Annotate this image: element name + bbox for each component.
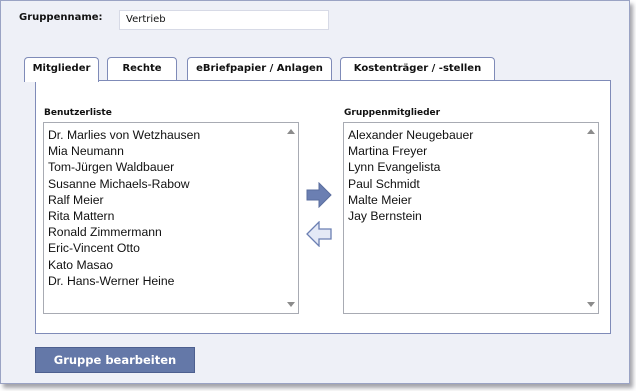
- list-item[interactable]: Paul Schmidt: [348, 176, 582, 192]
- user-listbox[interactable]: Dr. Marlies von Wetzhausen Mia Neumann T…: [43, 122, 299, 314]
- list-item[interactable]: Lynn Evangelista: [348, 159, 582, 175]
- list-item[interactable]: Eric-Vincent Otto: [48, 240, 282, 256]
- edit-group-button[interactable]: Gruppe bearbeiten: [35, 347, 195, 373]
- user-list-items: Dr. Marlies von Wetzhausen Mia Neumann T…: [48, 127, 282, 289]
- list-item[interactable]: Ronald Zimmermann: [48, 224, 282, 240]
- tab-mitglieder[interactable]: Mitglieder: [24, 57, 99, 82]
- scroll-down-icon[interactable]: [287, 302, 295, 307]
- list-item[interactable]: Susanne Michaels-Rabow: [48, 176, 282, 192]
- group-name-input[interactable]: Vertrieb: [119, 10, 329, 30]
- group-editor-window: Gruppenname: Vertrieb Mitglieder Rechte …: [0, 0, 630, 384]
- arrow-right-icon[interactable]: [306, 182, 332, 208]
- member-list-label: Gruppenmitglieder: [344, 108, 441, 118]
- list-item[interactable]: Tom-Jürgen Waldbauer: [48, 159, 282, 175]
- group-name-label: Gruppenname:: [19, 12, 103, 23]
- list-item[interactable]: Malte Meier: [348, 192, 582, 208]
- user-list-label: Benutzerliste: [44, 108, 112, 118]
- list-item[interactable]: Rita Mattern: [48, 208, 282, 224]
- user-list-scrollbar[interactable]: [283, 123, 298, 313]
- list-item[interactable]: Dr. Marlies von Wetzhausen: [48, 127, 282, 143]
- tab-kostentraeger-stellen[interactable]: Kostenträger / -stellen: [340, 57, 495, 80]
- list-item[interactable]: Jay Bernstein: [348, 208, 582, 224]
- arrow-left-icon[interactable]: [306, 221, 332, 247]
- list-item[interactable]: Martina Freyer: [348, 143, 582, 159]
- list-item[interactable]: Ralf Meier: [48, 192, 282, 208]
- scroll-up-icon[interactable]: [287, 129, 295, 134]
- scroll-up-icon[interactable]: [587, 129, 595, 134]
- member-list-items: Alexander Neugebauer Martina Freyer Lynn…: [348, 127, 582, 224]
- tab-rechte[interactable]: Rechte: [107, 57, 177, 80]
- scroll-down-icon[interactable]: [587, 302, 595, 307]
- list-item[interactable]: Dr. Hans-Werner Heine: [48, 273, 282, 289]
- list-item[interactable]: Kato Masao: [48, 257, 282, 273]
- list-item[interactable]: Mia Neumann: [48, 143, 282, 159]
- list-item[interactable]: Alexander Neugebauer: [348, 127, 582, 143]
- member-list-scrollbar[interactable]: [583, 123, 598, 313]
- member-listbox[interactable]: Alexander Neugebauer Martina Freyer Lynn…: [343, 122, 599, 314]
- tab-ebriefpapier-anlagen[interactable]: eBriefpapier / Anlagen: [187, 57, 332, 80]
